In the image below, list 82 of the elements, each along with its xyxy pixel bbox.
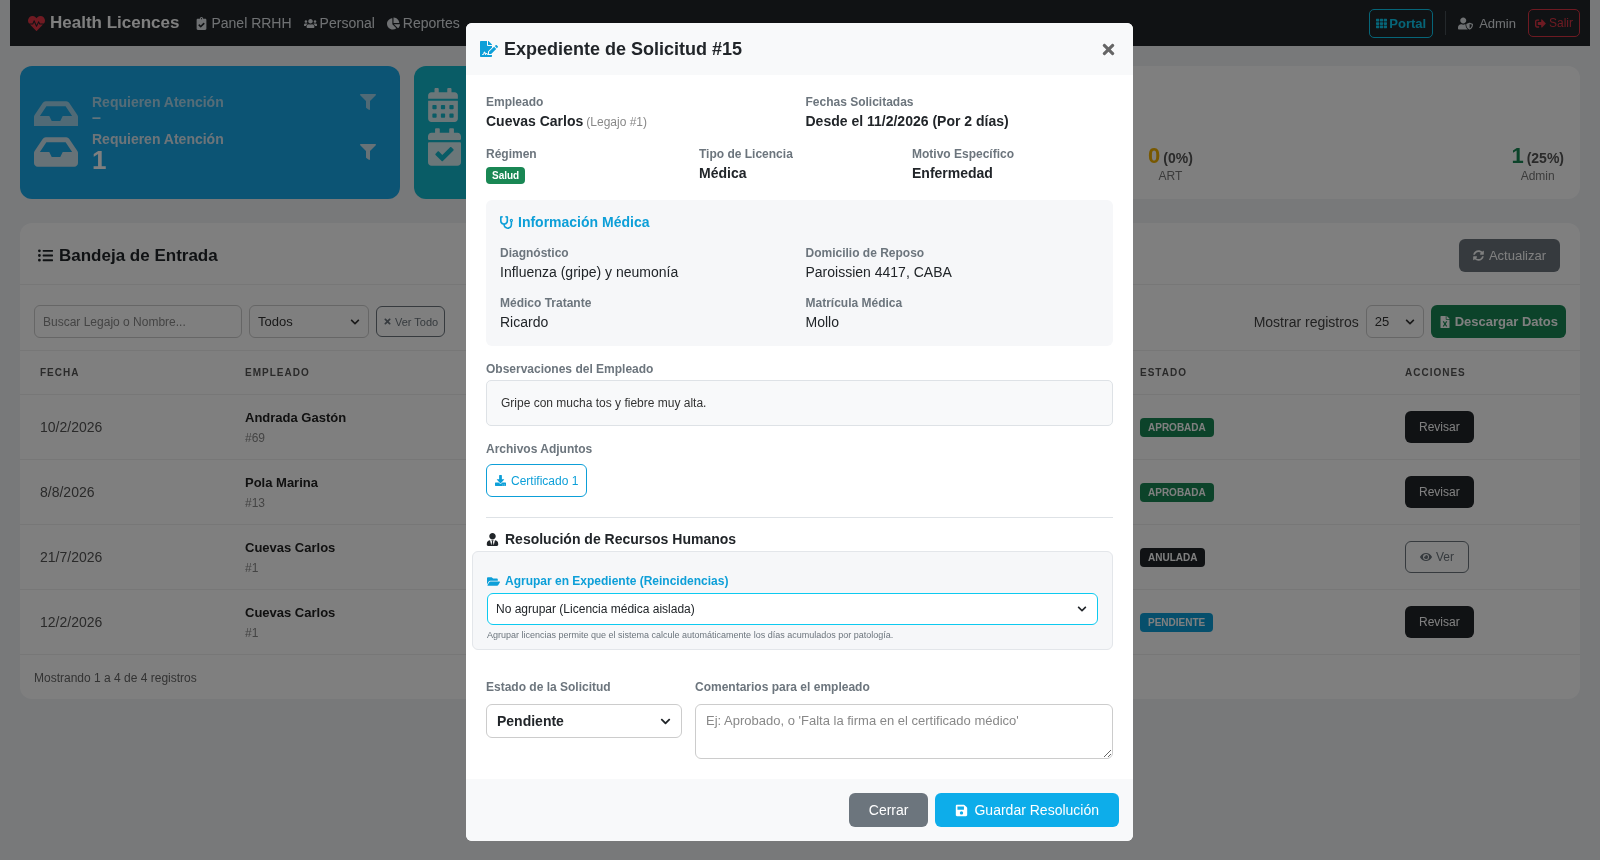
close-button[interactable]: Cerrar bbox=[848, 793, 929, 827]
search-field[interactable]: Buscar Legajo o Nombre... bbox=[34, 305, 242, 338]
review-button[interactable]: Revisar bbox=[1405, 606, 1474, 638]
field-label: Archivos Adjuntos bbox=[486, 442, 594, 456]
employee-id: #1 bbox=[245, 625, 259, 640]
status-select[interactable]: Pendiente bbox=[486, 704, 682, 738]
status-badge: APROBADA bbox=[1140, 417, 1214, 437]
field-value: Desde el 11/2/2026 (Por 2 días) bbox=[805, 113, 1009, 129]
nav-link[interactable]: Panel RRHH bbox=[195, 15, 292, 31]
stat-label: Admin bbox=[1520, 169, 1555, 183]
stat-label: Requieren Atención bbox=[92, 93, 224, 110]
column-header: ACCIONES bbox=[1405, 367, 1466, 378]
employee-name: Cuevas Carlos bbox=[245, 604, 336, 620]
employee-id: #13 bbox=[245, 495, 266, 510]
regime-badge: Salud bbox=[486, 167, 526, 184]
observations-text: Gripe con mucha tos y fiebre muy alta. bbox=[486, 380, 1113, 426]
column-header: ESTADO bbox=[1140, 367, 1187, 378]
stat-label: Requieren Atención bbox=[92, 130, 224, 147]
view-button[interactable]: Ver bbox=[1405, 541, 1469, 573]
employee-name: Pola Marina bbox=[245, 474, 318, 490]
stat-value: 1(25%) bbox=[1511, 143, 1564, 169]
page-size-label: Mostrar registros bbox=[1253, 313, 1359, 330]
review-button[interactable]: Revisar bbox=[1405, 476, 1474, 508]
nav-link[interactable]: Reportes bbox=[386, 15, 460, 31]
column-header: EMPLEADO bbox=[245, 367, 310, 378]
field-label: Agrupar en Expediente (Reincidencias) bbox=[487, 574, 1098, 588]
panel-title: Bandeja de Entrada bbox=[38, 245, 218, 266]
nav-link[interactable]: Personal bbox=[303, 15, 375, 31]
modal-title: Expediente de Solicitud #15 bbox=[504, 38, 744, 60]
status-badge: PENDIENTE bbox=[1140, 612, 1214, 632]
filter-select[interactable]: Todos bbox=[249, 305, 369, 338]
stat-value: – bbox=[92, 109, 101, 126]
table-cell: 21/7/2026 bbox=[40, 549, 103, 565]
field-label: Motivo Específico bbox=[912, 147, 1015, 161]
table-cell: 10/2/2026 bbox=[40, 419, 103, 435]
field-label: Diagnóstico bbox=[500, 246, 569, 260]
field-label: Empleado bbox=[486, 95, 544, 109]
attachment-button[interactable]: Certificado 1 bbox=[486, 464, 588, 497]
stat-label: ART bbox=[1158, 169, 1183, 183]
field-label: Estado de la Solicitud bbox=[486, 680, 612, 694]
field-label: Matrícula Médica bbox=[805, 296, 903, 310]
stat-value: 0(0%) bbox=[1148, 143, 1193, 169]
help-text: Agrupar licencias permite que el sistema calcule automáticamente los días acumulados por patología. bbox=[487, 630, 895, 640]
field-label: Domicilio de Reposo bbox=[805, 246, 925, 260]
field-value: Enfermedad bbox=[912, 165, 993, 181]
group-select[interactable]: No agrupar (Licencia médica aislada) bbox=[487, 593, 1098, 625]
review-button[interactable]: Revisar bbox=[1405, 411, 1474, 443]
employee-name: Andrada Gastón bbox=[245, 409, 347, 425]
field-value: Influenza (gripe) y neumonía bbox=[500, 264, 679, 280]
field-label: Observaciones del Empleado bbox=[486, 362, 655, 376]
field-label: Fechas Solicitadas bbox=[805, 95, 914, 109]
save-button[interactable]: Guardar Resolución bbox=[935, 793, 1119, 827]
status-badge: APROBADA bbox=[1140, 482, 1214, 502]
clear-button[interactable]: Ver Todo bbox=[376, 306, 446, 337]
download-button[interactable]: Descargar Datos bbox=[1430, 305, 1566, 338]
table-footer: Mostrando 1 a 4 de 4 registros bbox=[34, 671, 197, 685]
column-header: FECHA bbox=[40, 367, 80, 378]
status-badge: ANULADA bbox=[1140, 547, 1206, 567]
refresh-button[interactable]: Actualizar bbox=[1458, 239, 1560, 272]
field-label: Médico Tratante bbox=[500, 296, 592, 310]
portal-button[interactable]: Portal bbox=[1369, 8, 1434, 38]
table-cell: 12/2/2026 bbox=[40, 614, 103, 630]
brand-logo[interactable]: Health Licences bbox=[28, 13, 180, 33]
section-title: Resolución de Recursos Humanos bbox=[486, 531, 1113, 547]
employee-id: (Legajo #1) bbox=[586, 115, 647, 129]
employee-name: Cuevas Carlos bbox=[245, 539, 336, 555]
stat-value: 1 bbox=[92, 146, 107, 173]
field-label: Tipo de Licencia bbox=[699, 147, 793, 161]
field-label: Régimen bbox=[486, 147, 537, 161]
field-value: Paroissien 4417, CABA bbox=[805, 264, 952, 280]
employee-id: #69 bbox=[245, 430, 266, 445]
employee-id: #1 bbox=[245, 560, 259, 575]
section-title: Información Médica bbox=[500, 214, 1099, 230]
field-value: Médica bbox=[699, 165, 747, 181]
field-label: Comentarios para el empleado bbox=[695, 680, 871, 694]
field-value: Mollo bbox=[805, 314, 839, 330]
field-value: Cuevas Carlos bbox=[486, 113, 584, 129]
table-cell: 8/8/2026 bbox=[40, 484, 95, 500]
field-value: Ricardo bbox=[500, 314, 549, 330]
page-size-select[interactable]: 25 bbox=[1365, 305, 1424, 338]
user-link[interactable]: Admin bbox=[1458, 15, 1516, 31]
comments-field[interactable]: Ej: Aprobado, o 'Falta la firma en el certificado médico' bbox=[695, 704, 1113, 759]
